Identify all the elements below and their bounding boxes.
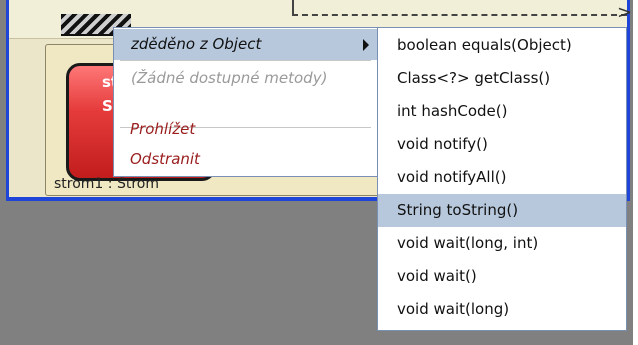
object-methods-submenu: boolean equals(Object) Class<?> getClass… [377,27,627,331]
submenu-item-getclass[interactable]: Class<?> getClass() [378,62,626,95]
submenu-item-hashcode[interactable]: int hashCode() [378,95,626,128]
menu-item-label: (Žádné dostupné metody) [131,69,328,87]
submenu-arrow-icon [363,39,369,51]
menu-item-no-methods: (Žádné dostupné metody) [114,63,377,94]
submenu-item-notifyall[interactable]: void notifyAll() [378,161,626,194]
menu-item-inherited-from-object[interactable]: zděděno z Object [114,29,377,60]
menu-separator [120,60,371,61]
submenu-item-wait-long[interactable]: void wait(long) [378,293,626,326]
menu-item-remove[interactable]: Odstranit [113,144,378,175]
submenu-item-tostring[interactable]: String toString() [378,194,626,227]
instance-label: strom1 : Strom [54,176,159,192]
submenu-item-wait-long-int[interactable]: void wait(long, int) [378,227,626,260]
submenu-item-equals[interactable]: boolean equals(Object) [378,29,626,62]
arrow-head-icon: > [617,2,633,23]
menu-item-label: zděděno z Object [131,35,262,53]
submenu-item-notify[interactable]: void notify() [378,128,626,161]
submenu-item-wait[interactable]: void wait() [378,260,626,293]
inheritance-arrow [292,0,627,16]
menu-item-inspect-visible[interactable]: Prohlížet [113,114,378,145]
